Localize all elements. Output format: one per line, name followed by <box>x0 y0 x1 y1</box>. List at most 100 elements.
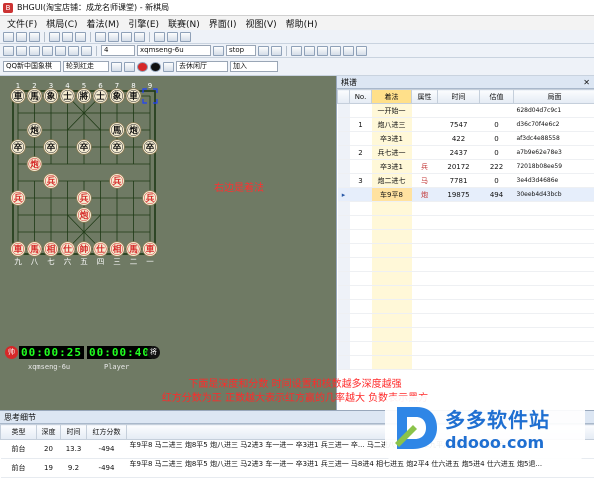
piece-black[interactable]: 卒 <box>76 139 92 155</box>
piece-red[interactable]: 兵 <box>109 173 125 189</box>
piece-red[interactable]: 仕 <box>59 241 76 257</box>
piece-black[interactable]: 車 <box>125 88 142 104</box>
piece-black[interactable]: 馬 <box>26 88 43 104</box>
piece-red[interactable]: 相 <box>43 241 59 257</box>
stop-button[interactable]: stop <box>226 45 256 56</box>
col-type[interactable]: 类型 <box>0 424 37 440</box>
move-row[interactable]: 1 炮八进三 7547 0 d36c70f4e6c2 <box>337 117 594 132</box>
engine-select[interactable]: xqmseng-6u <box>137 45 211 56</box>
piece-black[interactable]: 象 <box>109 88 125 104</box>
lock-icon[interactable] <box>343 45 354 56</box>
col-time[interactable]: 时间 <box>437 89 480 104</box>
piece-black[interactable]: 炮 <box>125 122 142 138</box>
piece-black[interactable]: 卒 <box>109 139 125 155</box>
piece-red[interactable]: 帥 <box>76 241 92 257</box>
next-move-icon[interactable] <box>121 31 132 42</box>
col-score[interactable]: 估值 <box>479 89 514 104</box>
board-icon[interactable] <box>29 45 40 56</box>
black-piece-icon[interactable] <box>150 61 161 72</box>
menu-game[interactable]: 棋局(C) <box>46 17 77 30</box>
menu-moves[interactable]: 着法(M) <box>87 17 120 30</box>
hall-select[interactable]: 去休闲厅 <box>176 61 228 72</box>
piece-black[interactable]: 士 <box>92 88 109 104</box>
piece-red[interactable]: 馬 <box>26 241 43 257</box>
print-icon[interactable] <box>330 45 341 56</box>
flip-board-icon[interactable] <box>75 31 86 42</box>
menu-file[interactable]: 文件(F) <box>7 17 37 30</box>
hint-icon[interactable] <box>55 45 66 56</box>
move-row[interactable]: 卒3进1 兵 20172 222 72018b08ee59 <box>337 159 594 174</box>
auto-icon[interactable] <box>163 61 174 72</box>
options-icon[interactable] <box>180 31 191 42</box>
first-move-icon[interactable] <box>95 31 106 42</box>
menu-view[interactable]: 视图(V) <box>245 17 276 30</box>
copy-icon[interactable] <box>49 31 60 42</box>
export-icon[interactable] <box>317 45 328 56</box>
piece-red[interactable]: 兵 <box>43 173 59 189</box>
book-icon[interactable] <box>68 45 79 56</box>
piece-red[interactable]: 相 <box>109 241 125 257</box>
panel-close-icon[interactable]: ✕ <box>583 76 590 88</box>
time-icon[interactable] <box>81 45 92 56</box>
red-piece-icon[interactable] <box>137 61 148 72</box>
analyze-icon[interactable] <box>154 31 165 42</box>
move-row[interactable]: 卒3进1 422 0 af3dc4e88558 <box>337 131 594 146</box>
menu-engine[interactable]: 引擎(E) <box>128 17 159 30</box>
thinking-row[interactable]: 前台 19 9.2 -494 车9平8 马二进三 炮8平5 炮八进三 马2进3 车一进一… <box>0 458 594 478</box>
pause-icon[interactable] <box>258 45 269 56</box>
piece-red[interactable]: 兵 <box>76 190 92 206</box>
piece-black[interactable]: 馬 <box>109 122 125 138</box>
connect-icon[interactable] <box>111 61 122 72</box>
save-icon[interactable] <box>29 31 40 42</box>
open-file-icon[interactable] <box>16 31 27 42</box>
join-select[interactable]: 加入 <box>230 61 278 72</box>
prev-move-icon[interactable] <box>108 31 119 42</box>
piece-red[interactable]: 炮 <box>76 207 92 223</box>
play-icon[interactable] <box>213 45 224 56</box>
piece-red[interactable]: 車 <box>142 241 158 257</box>
piece-red[interactable]: 炮 <box>26 156 43 172</box>
depth-input[interactable]: 4 <box>101 45 135 56</box>
piece-black[interactable]: 炮 <box>26 122 43 138</box>
col-attr[interactable]: 属性 <box>411 89 438 104</box>
piece-red[interactable]: 兵 <box>10 190 26 206</box>
settings-icon[interactable] <box>167 31 178 42</box>
menu-help[interactable]: 帮助(H) <box>286 17 318 30</box>
zoom-icon[interactable] <box>356 45 367 56</box>
redo-icon[interactable] <box>16 45 27 56</box>
last-move-icon[interactable] <box>134 31 145 42</box>
col-no[interactable]: No. <box>349 89 372 104</box>
xiangqi-board[interactable]: 1 2 3 4 5 6 7 8 9九八七六五四三二一車馬象士將士象車炮 炮馬卒卒卒卒卒炮兵兵兵兵兵… <box>0 76 336 410</box>
engine-icon[interactable] <box>42 45 53 56</box>
piece-black[interactable]: 卒 <box>43 139 59 155</box>
move-row[interactable]: 一开始一 628d04d7c9c1 <box>337 103 594 118</box>
undo-icon[interactable] <box>3 45 14 56</box>
piece-black[interactable]: 卒 <box>142 139 158 155</box>
piece-black[interactable]: 卒 <box>10 139 26 155</box>
piece-black[interactable]: 將 <box>76 88 92 104</box>
col-red-score[interactable]: 红方分数 <box>86 424 127 440</box>
col-think-time[interactable]: 时间 <box>60 424 87 440</box>
piece-red[interactable]: 兵 <box>142 190 158 206</box>
menu-league[interactable]: 联赛(N) <box>168 17 200 30</box>
link-icon[interactable] <box>291 45 302 56</box>
piece-black[interactable]: 象 <box>43 88 59 104</box>
board-style-select[interactable]: QQ新中国象棋 <box>3 61 61 72</box>
piece-red[interactable]: 車 <box>10 241 26 257</box>
piece-red[interactable]: 馬 <box>125 241 142 257</box>
col-position[interactable]: 局面 <box>513 89 594 104</box>
paste-icon[interactable] <box>62 31 73 42</box>
piece-black[interactable]: 士 <box>59 88 76 104</box>
new-game-icon[interactable] <box>3 31 14 42</box>
move-row[interactable]: ▸ 车9平8 炮 19875 494 30eeb4d43bcb <box>337 187 594 202</box>
piece-red[interactable]: 仕 <box>92 241 109 257</box>
col-depth[interactable]: 深度 <box>36 424 61 440</box>
move-row[interactable]: 3 炮二进七马 7781 0 3e4d3d4686e <box>337 173 594 188</box>
capture-icon[interactable] <box>304 45 315 56</box>
menu-interface[interactable]: 界面(I) <box>209 17 237 30</box>
move-row[interactable]: 2 兵七进一 2437 0 a7b9e62e78e3 <box>337 145 594 160</box>
step-icon[interactable] <box>271 45 282 56</box>
camera-icon[interactable] <box>124 61 135 72</box>
col-move[interactable]: 着法 <box>371 89 412 104</box>
piece-black[interactable]: 車 <box>10 88 26 104</box>
